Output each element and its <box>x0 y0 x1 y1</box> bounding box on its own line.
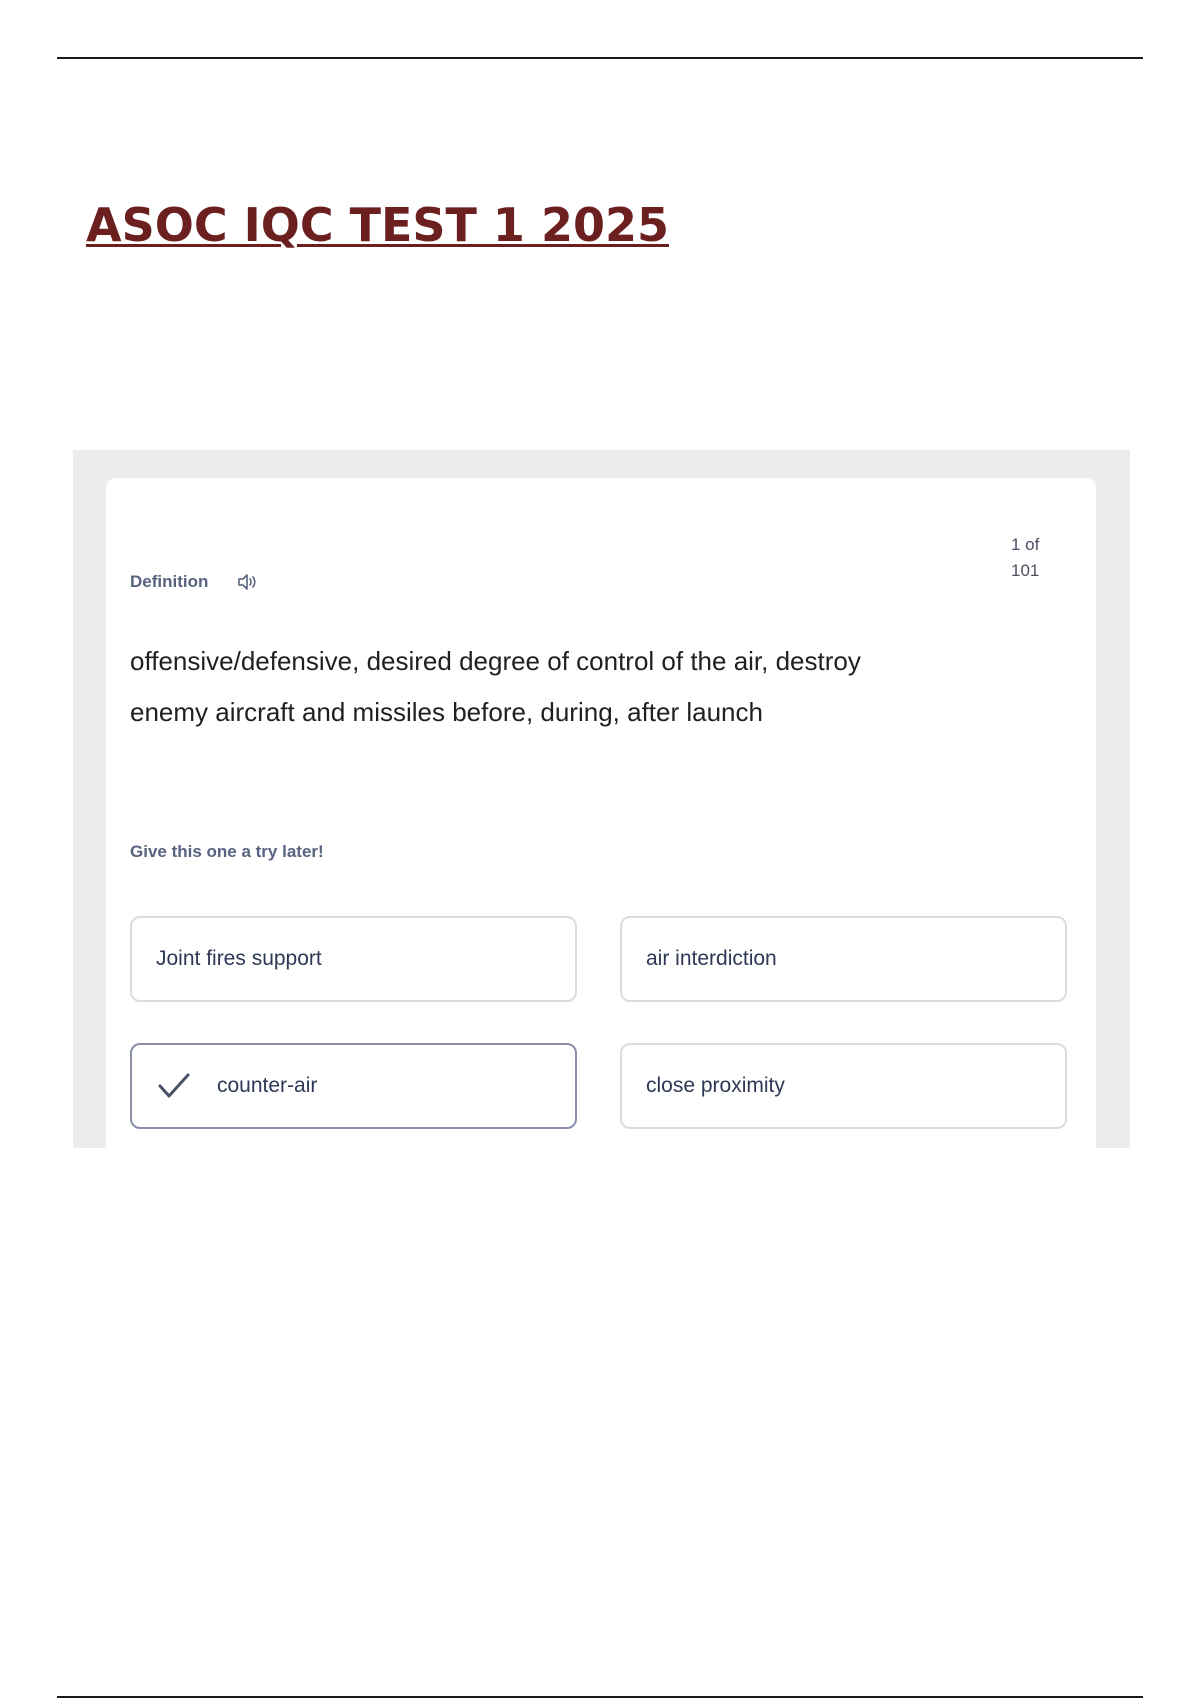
definition-text: offensive/defensive, desired degree of c… <box>130 636 970 738</box>
answer-option-label: close proximity <box>646 1074 785 1097</box>
definition-header: Definition <box>130 572 258 592</box>
answer-option-label: Joint fires support <box>156 947 322 970</box>
card-counter: 1 of 101 <box>1011 532 1039 584</box>
flashcard: 1 of 101 Definition offensive/defensive,… <box>106 478 1096 1148</box>
answer-option-joint-fires-support[interactable]: Joint fires support <box>130 916 577 1002</box>
answer-option-label: counter-air <box>217 1074 318 1097</box>
answer-option-label: air interdiction <box>646 947 777 970</box>
definition-label: Definition <box>130 572 209 591</box>
answer-option-counter-air[interactable]: counter-air <box>130 1043 577 1129</box>
document-title: ASOC IQC TEST 1 2025 <box>86 198 669 252</box>
try-later-hint: Give this one a try later! <box>130 842 324 861</box>
speaker-icon[interactable] <box>236 572 258 592</box>
bottom-rule <box>57 1696 1143 1698</box>
answer-option-air-interdiction[interactable]: air interdiction <box>620 916 1067 1002</box>
definition-line: enemy aircraft and missiles before, duri… <box>130 697 763 727</box>
card-counter-current: 1 of <box>1011 535 1040 554</box>
top-rule <box>57 57 1143 59</box>
card-counter-total: 101 <box>1011 561 1040 580</box>
definition-line: offensive/defensive, desired degree of c… <box>130 646 861 676</box>
checkmark-icon <box>156 1071 192 1101</box>
answer-option-close-proximity[interactable]: close proximity <box>620 1043 1067 1129</box>
flashcard-screenshot: 1 of 101 Definition offensive/defensive,… <box>73 450 1130 1148</box>
